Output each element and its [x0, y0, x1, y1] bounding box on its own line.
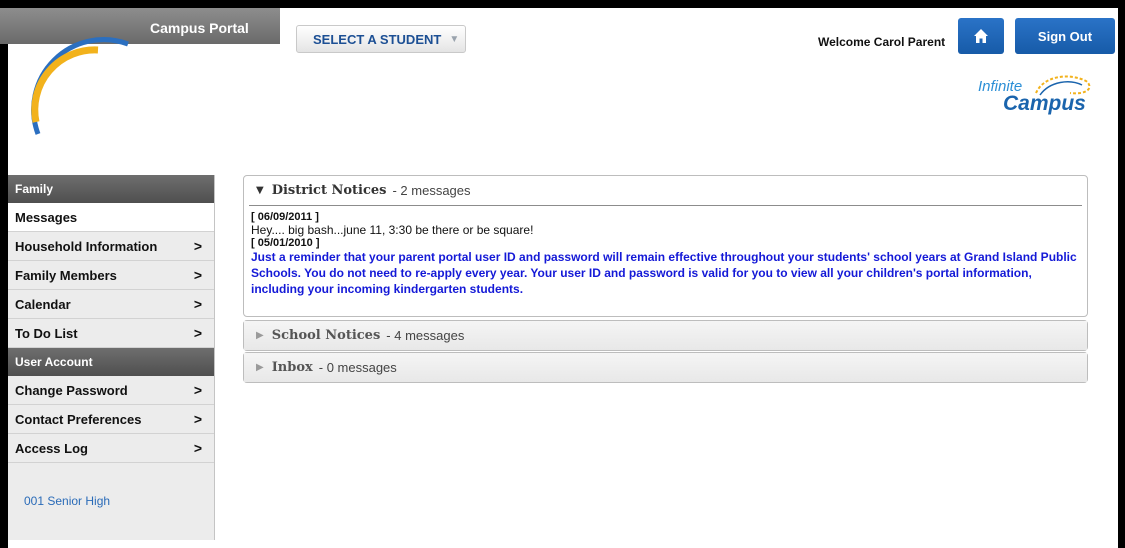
sidebar-item-calendar[interactable]: Calendar > [8, 290, 214, 319]
sidebar-item-to-do-list[interactable]: To Do List > [8, 319, 214, 348]
message-count: - 0 messages [318, 360, 397, 375]
sidebar-item-access-log[interactable]: Access Log > [8, 434, 214, 463]
message-text: Just a reminder that your parent portal … [251, 250, 1077, 296]
panel-title: School Notices [271, 328, 381, 343]
chevron-right-icon: > [193, 267, 202, 283]
home-button[interactable] [958, 18, 1004, 54]
sidebar-item-label: Access Log [15, 440, 88, 456]
sidebar-item-label: Family Members [15, 267, 117, 283]
sidebar-item-label: To Do List [15, 325, 78, 341]
district-notices-panel: ▼ District Notices - 2 messages [ 06/09/… [243, 175, 1088, 317]
school-notices-header[interactable]: ▶ School Notices - 4 messages [244, 321, 1087, 350]
inbox-panel[interactable]: ▶ Inbox - 0 messages [243, 352, 1088, 383]
home-icon [974, 29, 988, 43]
sidebar-item-change-password[interactable]: Change Password > [8, 376, 214, 405]
triangle-right-icon: ▶ [256, 330, 264, 341]
message-date: [ 05/01/2010 ] [251, 237, 320, 249]
triangle-down-icon: ▼ [256, 185, 264, 196]
campus-logo-icon [31, 37, 129, 135]
sidebar-item-contact-preferences[interactable]: Contact Preferences > [8, 405, 214, 434]
message-date: [ 06/09/2011 ] [251, 211, 319, 223]
sidebar-header-user-account: User Account [8, 348, 214, 376]
select-student-dropdown[interactable]: SELECT A STUDENT ▼ [296, 25, 466, 53]
message-count: - 2 messages [392, 183, 471, 198]
district-notices-header[interactable]: ▼ District Notices - 2 messages [244, 176, 1087, 205]
sidebar-item-label: Household Information [15, 238, 158, 254]
sidebar-item-messages[interactable]: Messages [8, 203, 214, 232]
sidebar-header-family: Family [8, 175, 214, 203]
chevron-right-icon: > [193, 296, 202, 312]
portal-title: Campus Portal [150, 20, 249, 36]
chevron-right-icon: > [193, 238, 202, 254]
panel-title: Inbox [271, 360, 313, 375]
message-count: - 4 messages [386, 328, 465, 343]
school-notices-panel[interactable]: ▶ School Notices - 4 messages [243, 320, 1088, 351]
chevron-right-icon: > [193, 411, 202, 427]
district-notices-body: [ 06/09/2011 ] Hey.... big bash...june 1… [249, 205, 1082, 301]
chevron-right-icon: > [193, 325, 202, 341]
sidebar-item-household-information[interactable]: Household Information > [8, 232, 214, 261]
infinite-campus-logo: Infinite Campus [978, 70, 1098, 125]
panel-title: District Notices [271, 183, 387, 198]
chevron-right-icon: > [193, 440, 202, 456]
welcome-text: Welcome Carol Parent [818, 35, 946, 49]
sidebar-item-label: Change Password [15, 382, 128, 398]
school-link[interactable]: 001 Senior High [24, 494, 110, 508]
sign-out-button[interactable]: Sign Out [1015, 18, 1115, 54]
sidebar-item-label: Contact Preferences [15, 411, 142, 427]
sidebar-item-label: Calendar [15, 296, 71, 312]
inbox-header[interactable]: ▶ Inbox - 0 messages [244, 353, 1087, 382]
logo-text-line2: Campus [1003, 92, 1086, 115]
sidebar-item-family-members[interactable]: Family Members > [8, 261, 214, 290]
message-text: Hey.... big bash...june 11, 3:30 be ther… [251, 223, 534, 237]
chevron-right-icon: > [193, 382, 202, 398]
chevron-down-icon: ▼ [449, 33, 460, 45]
select-student-label: SELECT A STUDENT [313, 31, 442, 47]
sidebar-item-label: Messages [15, 209, 78, 225]
triangle-right-icon: ▶ [256, 362, 264, 373]
sidebar: Family Messages Household Information > … [8, 175, 215, 540]
